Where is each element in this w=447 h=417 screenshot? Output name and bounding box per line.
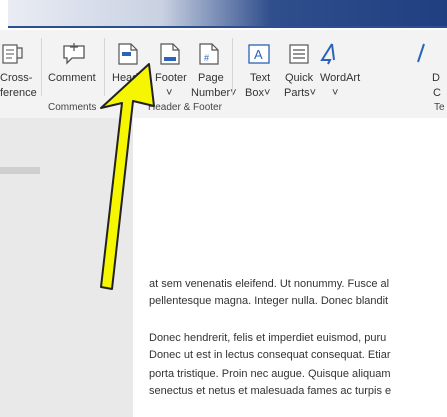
drop-cap-icon[interactable] xyxy=(414,42,434,66)
quick-parts-button[interactable]: Quick xyxy=(285,72,313,84)
cross-reference-label-2[interactable]: ference xyxy=(0,87,37,99)
drop-cap-button[interactable]: D xyxy=(432,72,440,84)
document-page[interactable]: at sem venenatis eleifend. Ut nonummy. F… xyxy=(133,118,447,417)
document-line: Donec ut est in lectus consequat consequ… xyxy=(149,349,391,361)
scroll-tab[interactable] xyxy=(0,167,40,174)
document-line: porta tristique. Proin nec augue. Quisqu… xyxy=(149,368,391,380)
quick-parts-dropdown[interactable]: Parts˅ xyxy=(284,87,316,99)
wordart-button[interactable]: WordArt xyxy=(320,72,360,84)
page-number-button[interactable]: Page xyxy=(198,72,224,84)
ribbon-separator xyxy=(104,38,105,96)
header-button[interactable]: Header xyxy=(112,72,148,84)
navigation-gutter xyxy=(0,118,133,417)
wordart-icon[interactable] xyxy=(318,42,340,66)
footer-dropdown[interactable]: ˅ xyxy=(166,87,172,99)
wordart-dropdown[interactable]: ˅ xyxy=(332,87,338,99)
cross-reference-icon[interactable] xyxy=(2,42,24,66)
text-box-button[interactable]: Text xyxy=(250,72,270,84)
text-box-dropdown[interactable]: Box˅ xyxy=(245,87,270,99)
document-line: senectus et netus et malesuada fames ac … xyxy=(149,385,392,397)
comment-icon[interactable] xyxy=(62,42,86,66)
page-number-icon[interactable]: # xyxy=(198,42,220,66)
page-number-dropdown[interactable]: Number˅ xyxy=(191,87,237,99)
insert-ribbon: Cross- ference Comment Header ˅ Footer ˅ xyxy=(0,30,447,119)
svg-text:A: A xyxy=(254,47,263,62)
text-group-label: Te xyxy=(434,102,445,113)
comments-group-label: Comments xyxy=(48,102,97,113)
ribbon-separator xyxy=(41,38,42,96)
svg-text:#: # xyxy=(204,53,209,63)
document-line: Donec hendrerit, felis et imperdiet euis… xyxy=(149,332,387,344)
title-bar-underline xyxy=(8,26,447,28)
ribbon-separator xyxy=(232,38,233,96)
footer-button[interactable]: Footer xyxy=(155,72,187,84)
title-bar-accent xyxy=(8,0,447,26)
document-line: pellentesque magna. Integer nulla. Donec… xyxy=(149,295,389,307)
header-footer-group-label: Header & Footer xyxy=(148,102,222,113)
header-icon[interactable] xyxy=(117,42,139,66)
header-dropdown[interactable]: ˅ xyxy=(124,87,130,99)
comment-button[interactable]: Comment xyxy=(48,72,96,84)
drop-cap-dropdown[interactable]: C xyxy=(433,87,441,99)
document-line: at sem venenatis eleifend. Ut nonummy. F… xyxy=(149,278,390,290)
cross-reference-label[interactable]: Cross- xyxy=(0,72,32,84)
quick-parts-icon[interactable] xyxy=(288,42,310,66)
footer-icon[interactable] xyxy=(159,42,181,66)
title-bar xyxy=(0,0,447,30)
text-box-icon[interactable]: A xyxy=(247,42,271,66)
